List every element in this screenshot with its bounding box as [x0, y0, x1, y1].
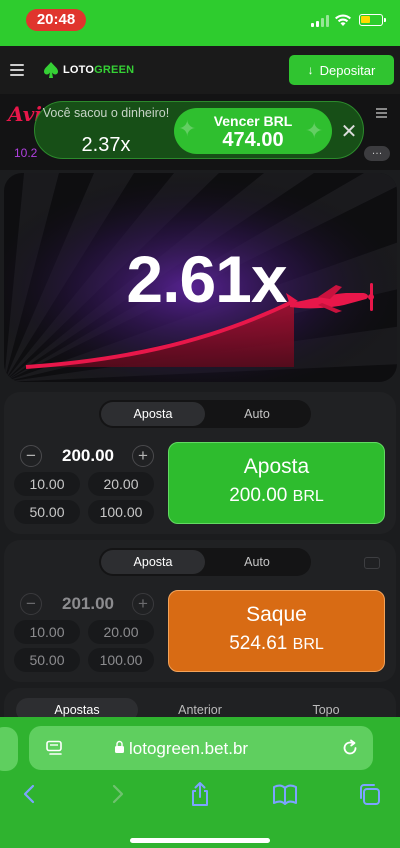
battery-icon — [359, 14, 386, 26]
tab-auto[interactable]: Auto — [205, 402, 309, 426]
logo-text: LOTOGREEN — [63, 64, 135, 76]
download-arrow-icon: ↓ — [307, 63, 314, 77]
deposit-button[interactable]: ↓ Depositar — [289, 55, 394, 85]
menu-icon[interactable] — [10, 64, 24, 76]
remove-panel-icon[interactable] — [364, 557, 380, 569]
quick-amount-button[interactable]: 100.00 — [88, 500, 154, 524]
lock-icon — [115, 740, 124, 753]
win-badge: ✦ ✦ Vencer BRL 474.00 — [174, 108, 332, 154]
bet-button-value: 200.00 — [229, 485, 288, 506]
deposit-label: Depositar — [319, 62, 376, 78]
quick-amount-button[interactable]: 10.00 — [14, 472, 80, 496]
tab-aposta[interactable]: Aposta — [101, 550, 205, 574]
tab-auto[interactable]: Auto — [205, 550, 309, 574]
spade-logo-icon — [44, 62, 58, 78]
site-header: LOTOGREEN ↓ Depositar — [0, 46, 400, 94]
cashout-button-amount: 524.61 BRL — [169, 633, 384, 655]
decrease-button[interactable]: − — [20, 593, 42, 615]
decrease-button[interactable]: − — [20, 445, 42, 467]
address-bar[interactable]: lotogreen.bet.br — [29, 726, 373, 770]
site-logo[interactable]: LOTOGREEN — [42, 60, 134, 80]
home-indicator — [130, 838, 270, 843]
cashout-toast: Você sacou o dinheiro! 2.37x ✦ ✦ Vencer … — [34, 101, 364, 159]
url-text: lotogreen.bet.br — [129, 739, 249, 758]
bet-panel-1: Aposta Auto − 200.00 + 10.00 20.00 50.00… — [4, 392, 396, 534]
toast-message: Você sacou o dinheiro! — [42, 106, 170, 120]
close-icon[interactable]: ✕ — [340, 119, 358, 143]
bet-mode-tabs: Aposta Auto — [99, 548, 311, 576]
status-time: 20:48 — [26, 9, 86, 31]
status-bar: 20:48 — [0, 0, 400, 46]
history-multiplier: 10.2 — [14, 146, 38, 160]
bet-panel-2: Aposta Auto − 201.00 + 10.00 20.00 50.00… — [4, 540, 396, 682]
bet-button-title: Aposta — [243, 455, 310, 478]
cashout-button[interactable]: Saque 524.61 BRL — [168, 590, 385, 672]
tabs-icon[interactable] — [357, 780, 383, 808]
wifi-icon — [335, 14, 351, 26]
bet-amount-input[interactable]: 201.00 — [44, 594, 132, 614]
quick-amount-button[interactable]: 20.00 — [88, 620, 154, 644]
forward-icon[interactable] — [104, 780, 130, 808]
win-label: Vencer BRL — [213, 113, 293, 129]
cashout-button-value: 524.61 — [229, 633, 288, 654]
cashout-button-currency: BRL — [292, 636, 324, 653]
current-multiplier: 2.61x — [126, 242, 287, 316]
win-amount: 474.00 — [222, 129, 284, 151]
cashout-button-title: Saque — [246, 603, 307, 626]
bet-button-currency: BRL — [292, 488, 324, 505]
quick-amount-button[interactable]: 10.00 — [14, 620, 80, 644]
reload-icon[interactable] — [340, 738, 360, 758]
place-bet-button[interactable]: Aposta 200.00 BRL — [168, 442, 385, 524]
share-icon[interactable] — [187, 780, 213, 808]
bet-mode-tabs: Aposta Auto — [99, 400, 311, 428]
quick-amount-button[interactable]: 20.00 — [88, 472, 154, 496]
page-menu-icon[interactable] — [45, 739, 63, 757]
bookmarks-icon[interactable] — [272, 780, 298, 808]
toast-multiplier: 2.37x — [81, 134, 131, 156]
tab-aposta[interactable]: Aposta — [101, 402, 205, 426]
bet-amount-stepper: − 200.00 + — [18, 442, 160, 470]
quick-amount-button[interactable]: 50.00 — [14, 500, 80, 524]
signal-icon — [311, 15, 329, 27]
browser-toolbar: lotogreen.bet.br — [0, 717, 400, 848]
quick-amount-button[interactable]: 50.00 — [14, 648, 80, 672]
history-more-button[interactable]: … — [364, 146, 390, 161]
quick-amount-button[interactable]: 100.00 — [88, 648, 154, 672]
game-canvas: 2.61x — [4, 173, 397, 382]
increase-button[interactable]: + — [132, 593, 154, 615]
increase-button[interactable]: + — [132, 445, 154, 467]
bet-amount-stepper: − 201.00 + — [18, 590, 160, 618]
back-icon[interactable] — [17, 780, 43, 808]
bet-button-amount: 200.00 BRL — [169, 485, 384, 507]
game-menu-icon[interactable] — [376, 108, 387, 118]
previous-tab-preview[interactable] — [0, 727, 18, 771]
bet-amount-input[interactable]: 200.00 — [44, 446, 132, 466]
